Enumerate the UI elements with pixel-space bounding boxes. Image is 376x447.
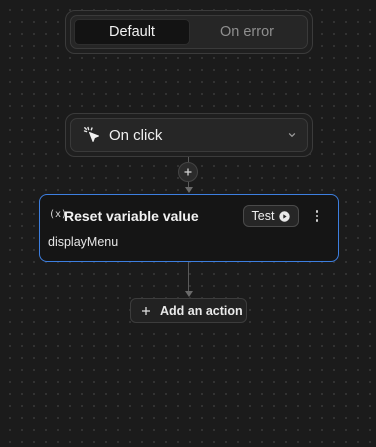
cursor-click-icon: [83, 126, 101, 144]
add-action-label: Add an action: [160, 303, 243, 318]
action-title: Reset variable value: [64, 208, 199, 224]
add-action-button[interactable]: Add an action: [130, 298, 247, 323]
plus-icon: [183, 167, 193, 177]
more-vertical-icon[interactable]: [308, 206, 326, 226]
trigger-container: On click: [65, 113, 313, 157]
connector-arrow: [184, 187, 193, 193]
chevron-down-icon: [287, 130, 297, 140]
tab-default[interactable]: Default: [74, 19, 190, 45]
connector-arrow: [184, 291, 193, 297]
action-card[interactable]: (x) Reset variable value Test displayMen…: [39, 194, 339, 262]
test-button[interactable]: Test: [243, 205, 299, 227]
plus-icon: [141, 306, 151, 316]
trigger-label: On click: [109, 126, 163, 144]
tab-on-error[interactable]: On error: [190, 19, 304, 45]
variable-name: displayMenu: [48, 235, 119, 249]
test-button-label: Test: [251, 209, 275, 223]
connector-line: [188, 262, 189, 292]
mode-toggle-container: Default On error: [65, 10, 313, 54]
mode-toggle: Default On error: [70, 15, 308, 49]
play-circle-icon: [279, 210, 291, 222]
trigger-select[interactable]: On click: [70, 118, 308, 152]
insert-step-button[interactable]: [178, 162, 198, 182]
